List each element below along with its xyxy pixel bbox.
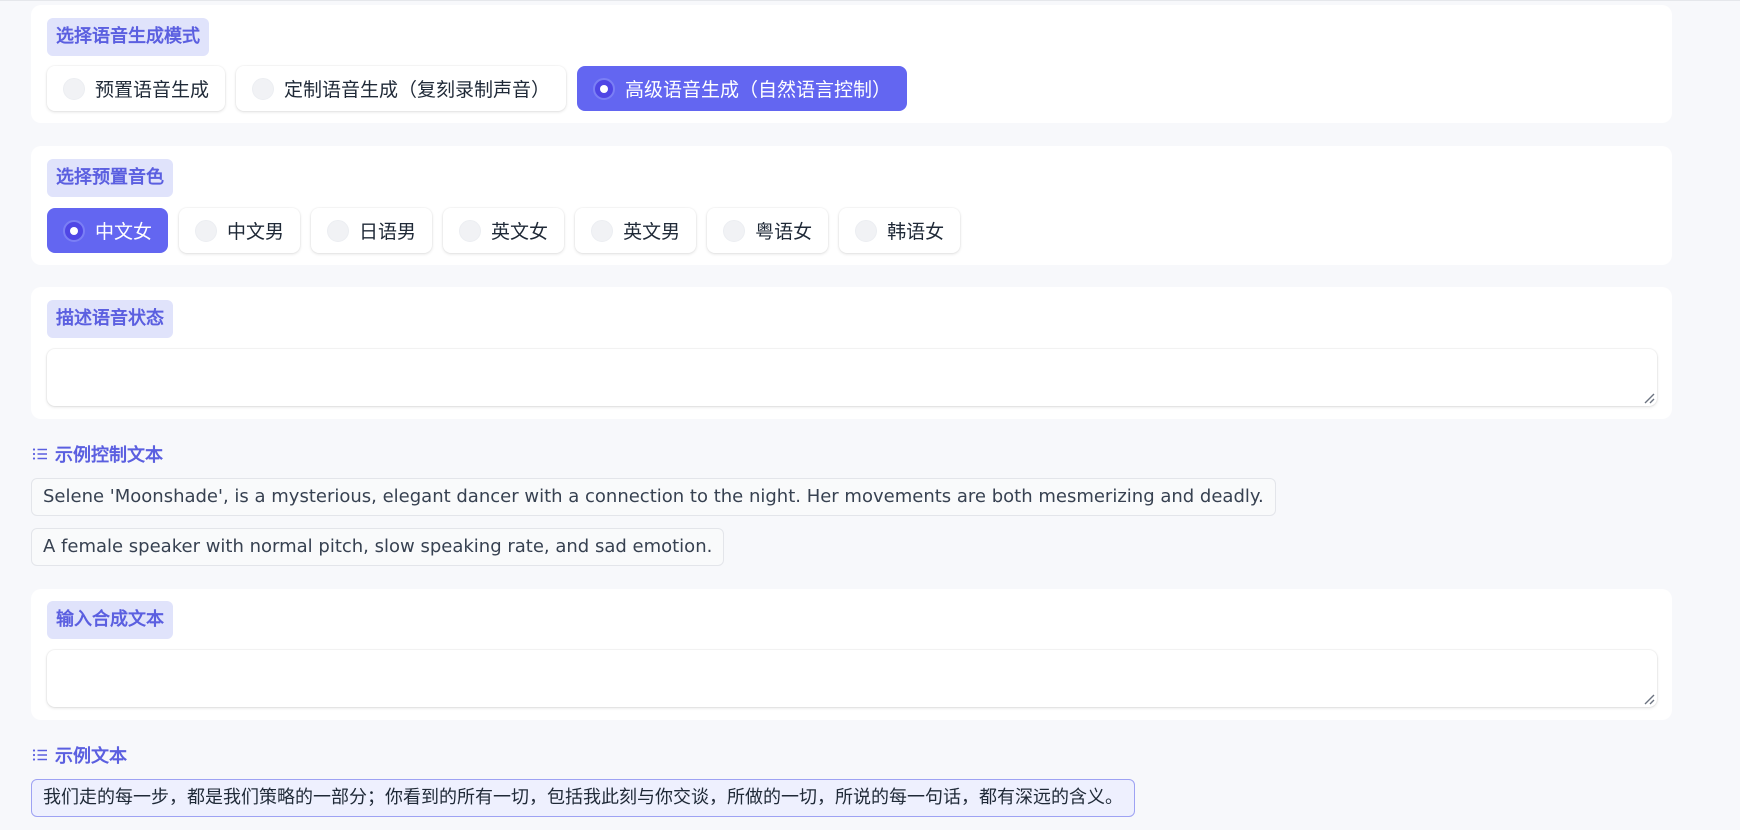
radio-dot-icon <box>591 219 614 242</box>
mode-label: 选择语音生成模式 <box>47 18 209 56</box>
voice-option-label: 粤语女 <box>755 221 813 243</box>
voice-option-ja-male[interactable]: 日语男 <box>311 208 433 253</box>
radio-dot-icon <box>327 219 350 242</box>
voice-option-label: 日语男 <box>359 221 417 243</box>
voice-card: 选择预置音色 中文女 中文男 日语男 英文女 英文男 粤语女 韩语女 <box>31 146 1672 265</box>
voice-option-label: 英文女 <box>491 221 549 243</box>
describe-label: 描述语音状态 <box>47 300 173 338</box>
radio-dot-icon <box>855 219 878 242</box>
voice-option-label: 中文女 <box>95 221 153 243</box>
radio-dot-icon <box>723 219 746 242</box>
control-example-item[interactable]: A female speaker with normal pitch, slow… <box>31 528 725 566</box>
radio-dot-icon <box>195 219 218 242</box>
voice-option-en-female[interactable]: 英文女 <box>443 208 565 253</box>
mode-option-preset[interactable]: 预置语音生成 <box>47 66 226 111</box>
mode-option-label: 定制语音生成（复刻录制声音） <box>284 79 551 101</box>
mode-option-advanced[interactable]: 高级语音生成（自然语言控制） <box>577 66 908 111</box>
voice-option-ko-female[interactable]: 韩语女 <box>839 208 961 253</box>
radio-dot-icon <box>252 77 275 100</box>
voice-option-label: 韩语女 <box>887 221 945 243</box>
mode-radio-group: 预置语音生成 定制语音生成（复刻录制声音） 高级语音生成（自然语言控制） <box>47 66 908 111</box>
radio-dot-selected-icon <box>593 77 616 100</box>
radio-dot-icon <box>63 77 85 100</box>
control-example-item[interactable]: Selene 'Moonshade', is a mysterious, ele… <box>31 478 1276 516</box>
top-divider <box>0 0 1740 1</box>
voice-option-label: 中文男 <box>227 221 285 243</box>
voice-label: 选择预置音色 <box>47 159 173 197</box>
mode-option-label: 预置语音生成 <box>95 79 210 101</box>
voice-option-label: 英文男 <box>623 221 681 243</box>
mode-card: 选择语音生成模式 预置语音生成 定制语音生成（复刻录制声音） 高级语音生成（自然… <box>31 5 1672 123</box>
voice-option-yue-female[interactable]: 粤语女 <box>707 208 829 253</box>
voice-option-zh-female[interactable]: 中文女 <box>47 208 169 253</box>
list-icon <box>32 749 47 761</box>
voice-option-en-male[interactable]: 英文男 <box>575 208 697 253</box>
voice-radio-group: 中文女 中文男 日语男 英文女 英文男 粤语女 韩语女 <box>47 208 961 253</box>
text-examples-title: 示例文本 <box>55 746 127 767</box>
resize-handle-icon[interactable] <box>1643 392 1655 404</box>
synth-textarea[interactable] <box>47 650 1657 707</box>
text-example-item[interactable]: 我们走的每一步，都是我们策略的一部分；你看到的所有一切，包括我此刻与你交谈，所做… <box>31 779 1135 817</box>
control-examples-title: 示例控制文本 <box>55 445 163 466</box>
synth-card: 输入合成文本 <box>31 589 1672 720</box>
radio-dot-selected-icon <box>63 219 85 242</box>
resize-handle-icon[interactable] <box>1643 693 1655 705</box>
describe-textarea[interactable] <box>47 349 1657 406</box>
describe-card: 描述语音状态 <box>31 287 1672 419</box>
voice-option-zh-male[interactable]: 中文男 <box>179 208 301 253</box>
text-examples-header: 示例文本 <box>32 742 127 768</box>
radio-dot-icon <box>459 219 482 242</box>
synth-label: 输入合成文本 <box>47 601 173 639</box>
control-examples-header: 示例控制文本 <box>32 441 163 467</box>
mode-option-label: 高级语音生成（自然语言控制） <box>625 79 892 101</box>
mode-option-clone[interactable]: 定制语音生成（复刻录制声音） <box>236 66 567 111</box>
list-icon <box>32 448 47 460</box>
